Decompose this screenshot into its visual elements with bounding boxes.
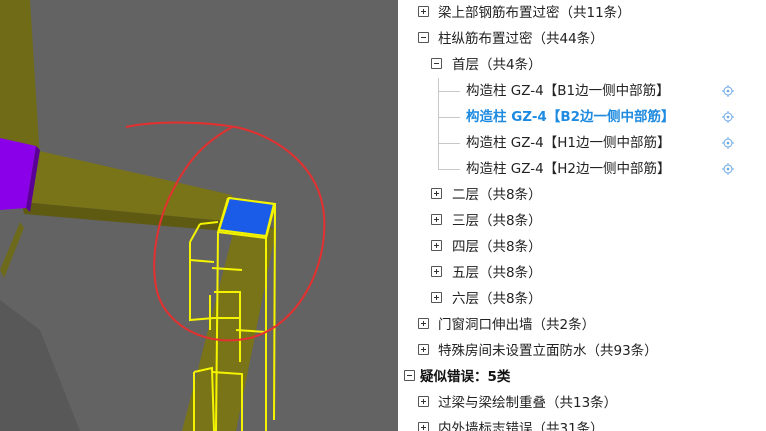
tree-node-floor-2[interactable]: 二层（共8条） <box>398 182 766 208</box>
tree-node-floor-4[interactable]: 四层（共8条） <box>398 234 766 260</box>
tree-node-label: 过梁与梁绘制重叠（共13条） <box>438 395 618 411</box>
beam-vertical <box>182 222 276 431</box>
tree-connector <box>438 130 439 156</box>
tree-node-floor-1[interactable]: 首层（共4条） <box>398 52 766 78</box>
expand-icon[interactable] <box>418 396 429 407</box>
expand-icon[interactable] <box>431 214 442 225</box>
tree-node-beam-top-rebar[interactable]: 梁上部钢筋布置过密（共11条） <box>398 0 766 26</box>
tree-node-label: 疑似错误：5类 <box>420 369 511 385</box>
tree-node-partial-row[interactable]: 内外墙标志错误（共31条） <box>398 416 766 431</box>
tree-connector <box>438 117 460 118</box>
tree-node-label: 门窗洞口伸出墙（共2条） <box>438 317 596 333</box>
expand-icon[interactable] <box>418 6 429 17</box>
expand-icon[interactable] <box>431 266 442 277</box>
expand-icon[interactable] <box>418 344 429 355</box>
tree-node-special-room[interactable]: 特殊房间未设置立面防水（共93条） <box>398 338 766 364</box>
locate-icon[interactable] <box>722 163 734 175</box>
tree-connector <box>438 91 460 92</box>
tree-connector <box>438 104 439 130</box>
locate-icon[interactable] <box>722 137 734 149</box>
tree-node-label: 四层（共8条） <box>452 239 542 255</box>
collapse-icon[interactable] <box>404 370 415 381</box>
tree-node-suspected-errors[interactable]: 疑似错误：5类 <box>398 364 766 390</box>
expand-icon[interactable] <box>418 318 429 329</box>
tree-connector <box>438 169 460 170</box>
tree-node-label: 二层（共8条） <box>452 187 542 203</box>
viewport-dark-region <box>0 300 80 431</box>
tree-node-gz4-h2[interactable]: 构造柱 GZ-4【H2边一侧中部筋】 <box>398 156 766 182</box>
beam-top-left <box>0 0 40 160</box>
tree-node-gz4-b1[interactable]: 构造柱 GZ-4【B1边一侧中部筋】 <box>398 78 766 104</box>
3d-model-viewport[interactable] <box>0 0 398 431</box>
beam-left-edge <box>0 222 24 278</box>
expand-icon[interactable] <box>431 188 442 199</box>
tree-connector <box>438 156 439 169</box>
tree-node-label: 五层（共8条） <box>452 265 542 281</box>
expand-icon[interactable] <box>431 292 442 303</box>
expand-icon[interactable] <box>418 422 429 431</box>
tree-node-label: 构造柱 GZ-4【H2边一侧中部筋】 <box>466 161 671 177</box>
tree-node-label: 六层（共8条） <box>452 291 542 307</box>
collapse-icon[interactable] <box>418 32 429 43</box>
column-top-face <box>217 196 276 238</box>
tree-node-column-long-rebar[interactable]: 柱纵筋布置过密（共44条） <box>398 26 766 52</box>
tree-connector <box>438 143 460 144</box>
collapse-icon[interactable] <box>431 58 442 69</box>
tree-node-label: 首层（共4条） <box>452 57 542 73</box>
tree-node-gz4-b2[interactable]: 构造柱 GZ-4【B2边一侧中部筋】 <box>398 104 766 130</box>
tree-node-label: 构造柱 GZ-4【B1边一侧中部筋】 <box>466 83 670 99</box>
tree-node-lintel-overlap[interactable]: 过梁与梁绘制重叠（共13条） <box>398 390 766 416</box>
tree-connector <box>438 78 439 104</box>
tree-node-label: 构造柱 GZ-4【B2边一侧中部筋】 <box>466 109 675 125</box>
tree-node-label: 柱纵筋布置过密（共44条） <box>438 31 604 47</box>
expand-icon[interactable] <box>431 240 442 251</box>
tree-node-floor-6[interactable]: 六层（共8条） <box>398 286 766 312</box>
tree-node-label: 三层（共8条） <box>452 213 542 229</box>
tree-node-gz4-h1[interactable]: 构造柱 GZ-4【H1边一侧中部筋】 <box>398 130 766 156</box>
tree-node-label: 构造柱 GZ-4【H1边一侧中部筋】 <box>466 135 671 151</box>
locate-icon[interactable] <box>722 85 734 97</box>
locate-icon[interactable] <box>722 111 734 123</box>
tree-node-label: 内外墙标志错误（共31条） <box>438 421 604 431</box>
error-tree-panel[interactable]: 梁上部钢筋布置过密（共11条） 柱纵筋布置过密（共44条） 首层（共4条） 构造柱 G… <box>398 0 766 431</box>
tree-node-door-window[interactable]: 门窗洞口伸出墙（共2条） <box>398 312 766 338</box>
tree-node-floor-3[interactable]: 三层（共8条） <box>398 208 766 234</box>
tree-node-label: 特殊房间未设置立面防水（共93条） <box>438 343 658 359</box>
tree-node-floor-5[interactable]: 五层（共8条） <box>398 260 766 286</box>
tree-node-label: 梁上部钢筋布置过密（共11条） <box>438 5 631 21</box>
